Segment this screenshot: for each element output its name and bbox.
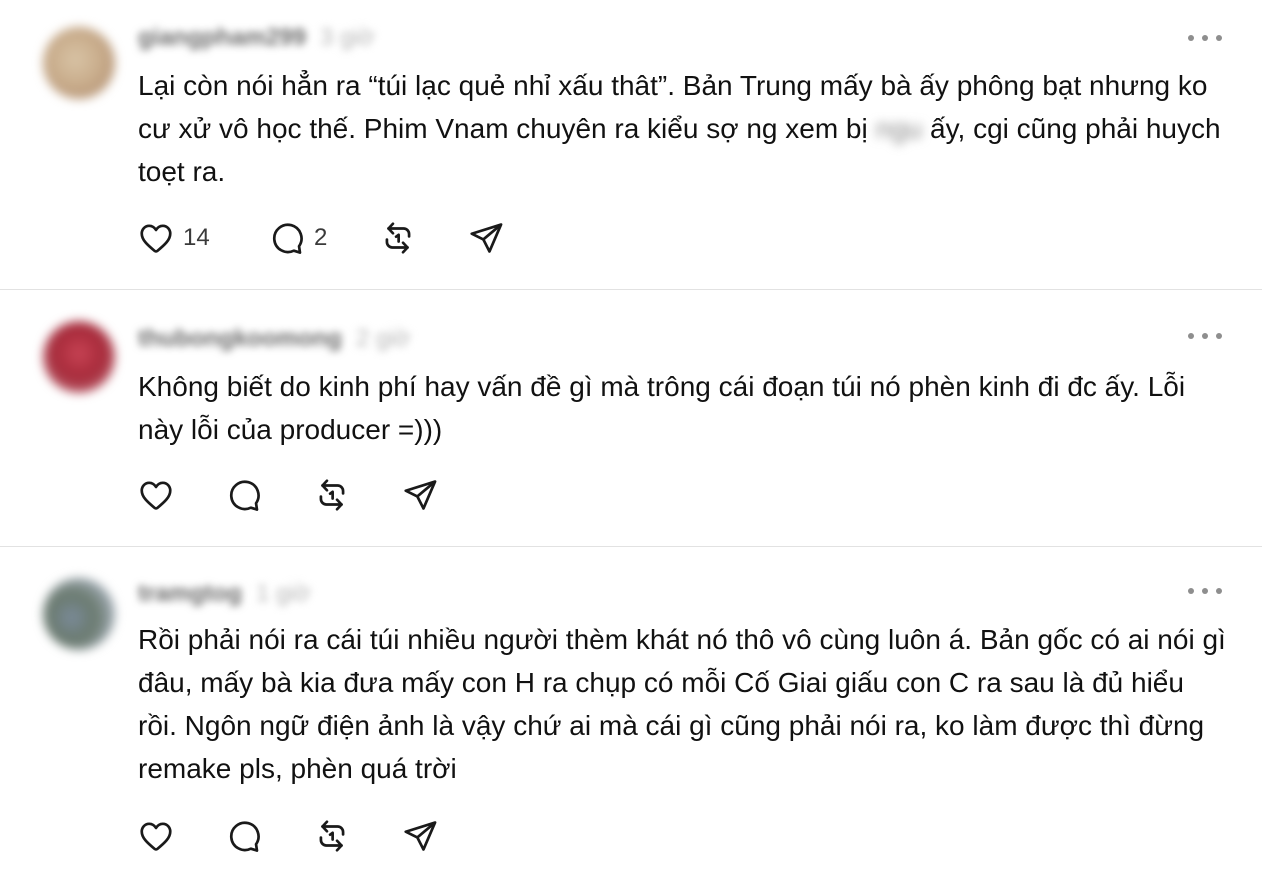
like-button[interactable] bbox=[137, 475, 225, 515]
share-button[interactable] bbox=[401, 475, 439, 515]
send-icon bbox=[470, 223, 503, 253]
repost-icon bbox=[385, 222, 411, 254]
avatar[interactable] bbox=[43, 578, 115, 650]
post-time: 3 giờ bbox=[320, 24, 375, 51]
heart-icon bbox=[140, 481, 172, 510]
heart-icon bbox=[140, 822, 172, 851]
reply-button[interactable] bbox=[225, 475, 313, 515]
action-bar bbox=[137, 475, 439, 515]
reply-post: thubongkoomong 2 giờ Không biết do kinh … bbox=[0, 290, 1262, 547]
post-time: 2 giờ bbox=[355, 325, 411, 352]
post-text: Lại còn nói hẳn ra “túi lạc quẻ nhỉ xấu … bbox=[138, 64, 1228, 193]
comment-bubble-icon bbox=[272, 223, 303, 254]
like-button[interactable]: 14 bbox=[137, 218, 268, 258]
send-icon bbox=[404, 821, 437, 851]
action-bar bbox=[137, 816, 439, 856]
post-meta: thubongkoomong 2 giờ bbox=[138, 322, 410, 356]
username[interactable]: tramgtog bbox=[138, 580, 242, 608]
reply-post: tramgtog 1 giờ Rồi phải nói ra cái túi n… bbox=[0, 547, 1262, 880]
repost-button[interactable] bbox=[313, 475, 401, 515]
repost-button[interactable] bbox=[379, 218, 467, 258]
avatar[interactable] bbox=[43, 27, 115, 99]
share-button[interactable] bbox=[401, 816, 439, 856]
repost-icon bbox=[319, 479, 345, 511]
avatar[interactable] bbox=[43, 321, 115, 393]
post-time: 1 giờ bbox=[256, 580, 311, 607]
comment-bubble-icon bbox=[229, 821, 260, 852]
repost-button[interactable] bbox=[313, 816, 401, 856]
post-text: Rồi phải nói ra cái túi nhiều người thèm… bbox=[138, 624, 1226, 784]
more-options-icon[interactable] bbox=[1188, 581, 1222, 601]
repost-icon bbox=[319, 820, 345, 852]
heart-icon bbox=[140, 224, 172, 253]
action-bar: 14 2 bbox=[137, 218, 505, 258]
share-button[interactable] bbox=[467, 218, 505, 258]
post-meta: tramgtog 1 giờ bbox=[138, 577, 310, 611]
comment-bubble-icon bbox=[229, 480, 260, 511]
more-options-icon[interactable] bbox=[1188, 326, 1222, 346]
like-button[interactable] bbox=[137, 816, 225, 856]
reply-count: 2 bbox=[314, 224, 328, 251]
username[interactable]: giangpham299 bbox=[138, 24, 306, 52]
reply-post: giangpham299 3 giờ Lại còn nói hẳn ra “t… bbox=[0, 0, 1262, 290]
threads-reply-feed: giangpham299 3 giờ Lại còn nói hẳn ra “t… bbox=[0, 0, 1262, 880]
post-text: Không biết do kinh phí hay vấn đề gì mà … bbox=[138, 371, 1186, 445]
post-meta: giangpham299 3 giờ bbox=[138, 21, 374, 55]
reply-button[interactable] bbox=[225, 816, 313, 856]
reply-button[interactable]: 2 bbox=[268, 218, 379, 258]
send-icon bbox=[404, 480, 437, 510]
like-count: 14 bbox=[183, 224, 210, 251]
redacted-word: ngu bbox=[875, 113, 923, 144]
more-options-icon[interactable] bbox=[1188, 28, 1222, 48]
username[interactable]: thubongkoomong bbox=[138, 325, 342, 353]
